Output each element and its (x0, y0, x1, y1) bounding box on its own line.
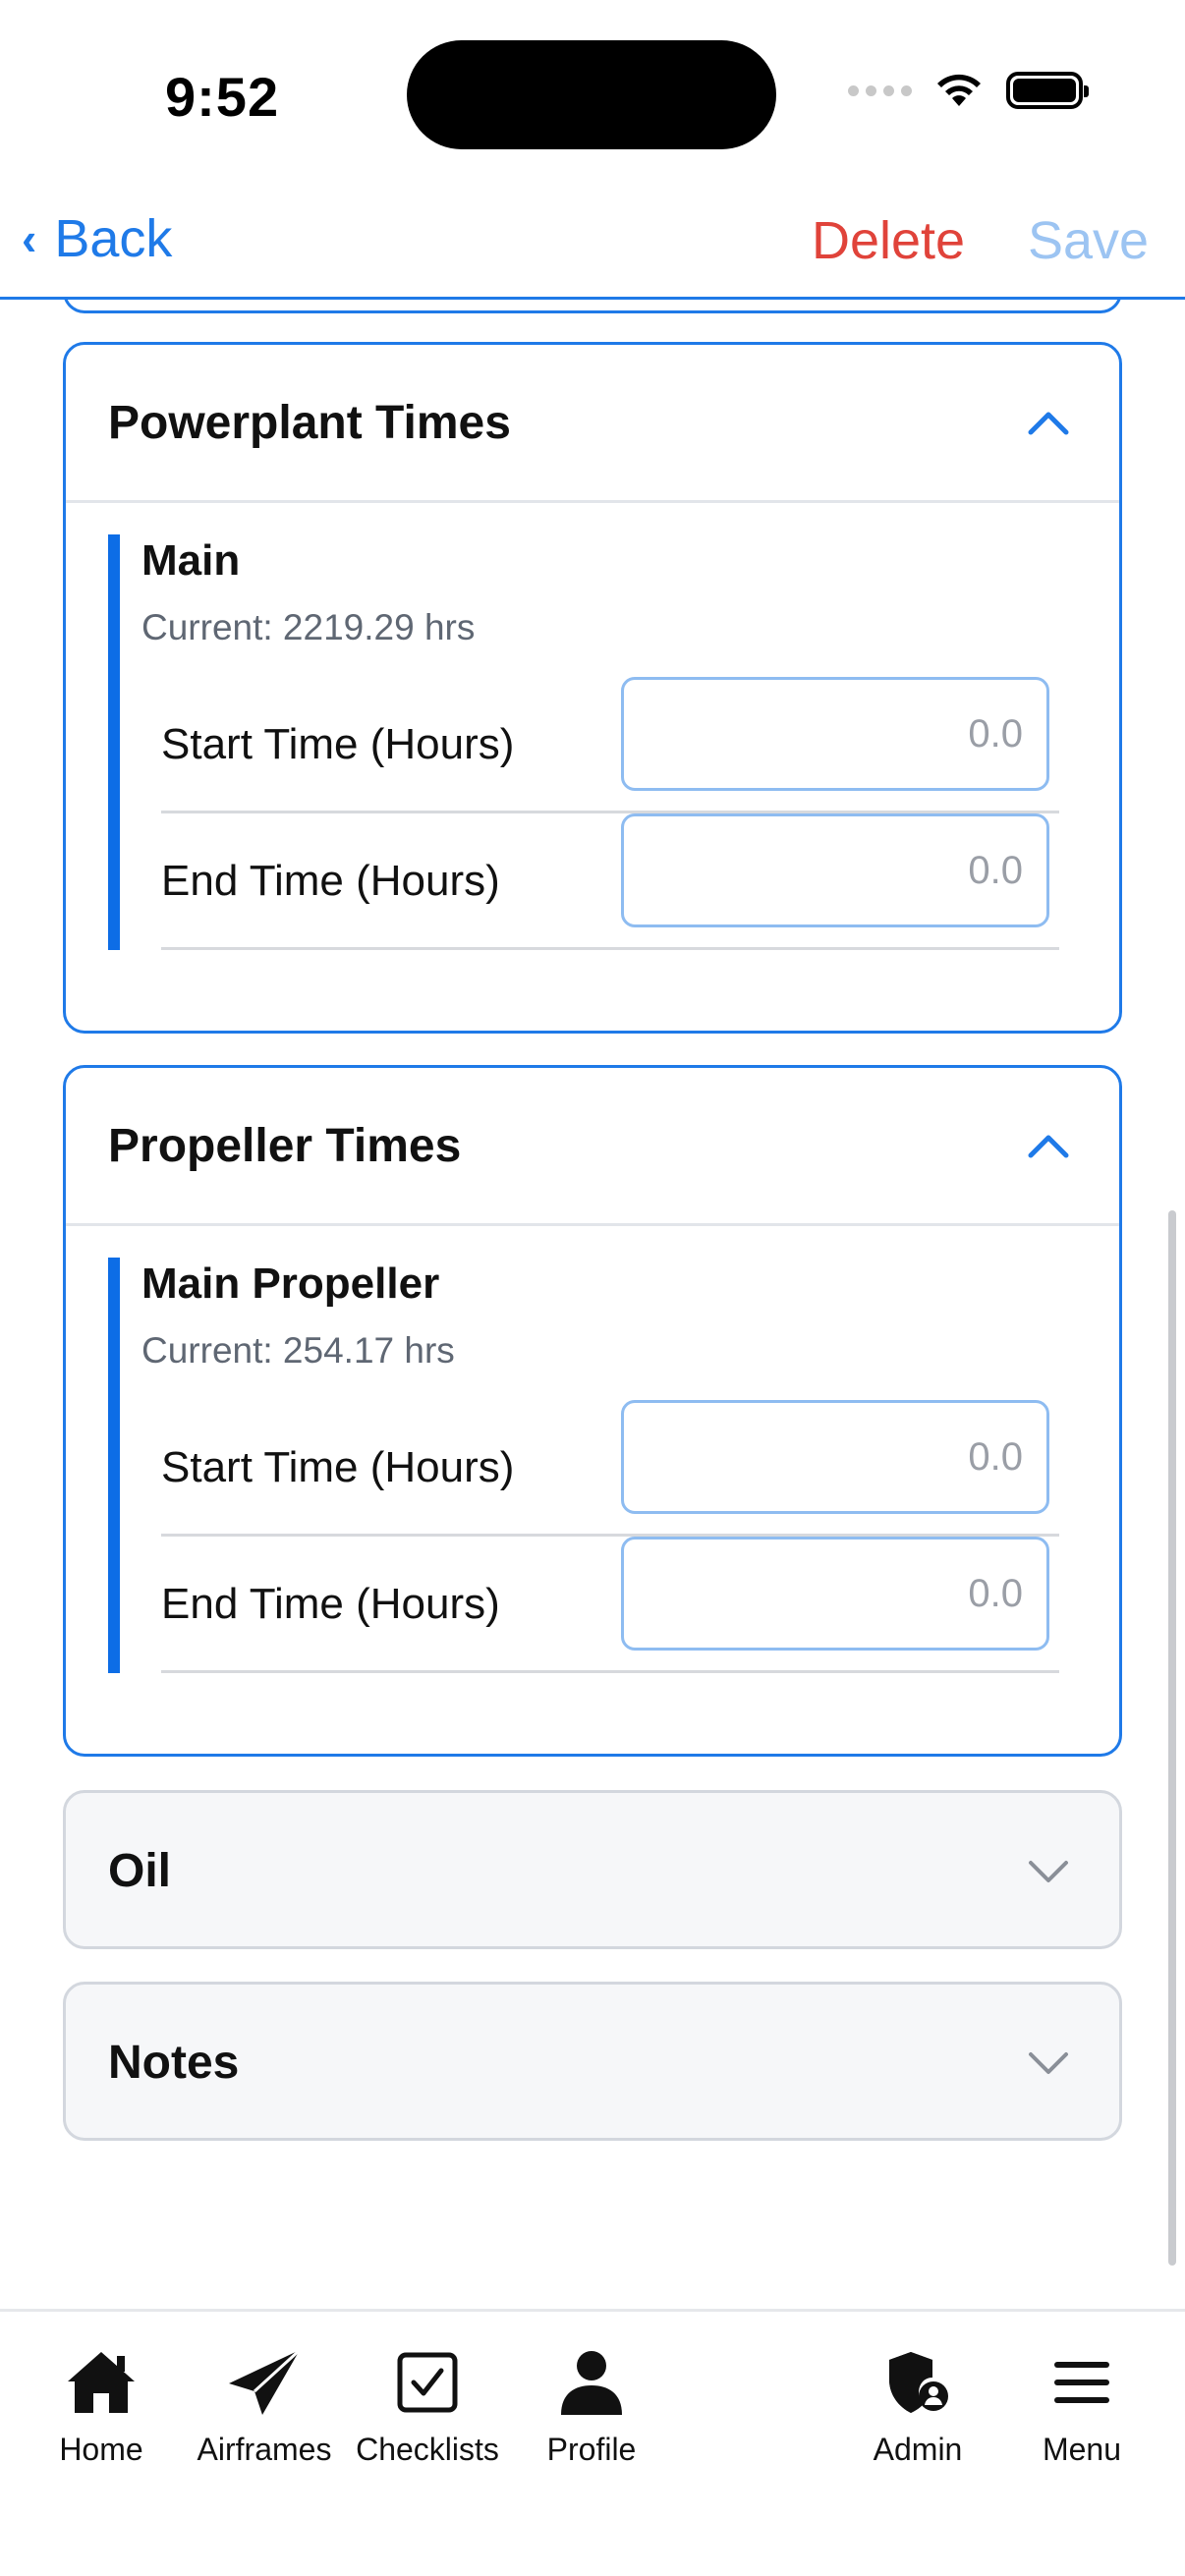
oil-card[interactable]: Oil (63, 1790, 1122, 1949)
tab-label: Checklists (356, 2432, 499, 2467)
tab-menu[interactable]: Menu (1003, 2341, 1160, 2468)
back-button[interactable]: ‹ Back (22, 208, 172, 269)
chevron-left-icon: ‹ (22, 213, 37, 264)
end-time-input[interactable] (621, 813, 1049, 927)
powerplant-times-title: Powerplant Times (108, 396, 511, 449)
end-time-input[interactable] (621, 1537, 1049, 1651)
item-name: Main (141, 536, 241, 585)
hamburger-menu-icon (1038, 2341, 1126, 2424)
powerplant-times-header[interactable]: Powerplant Times (66, 345, 1119, 500)
end-time-label: End Time (Hours) (161, 1580, 500, 1628)
tab-checklists[interactable]: Checklists (349, 2341, 506, 2468)
start-time-input[interactable] (621, 1400, 1049, 1514)
propeller-times-header[interactable]: Propeller Times (66, 1068, 1119, 1223)
paper-plane-icon (220, 2341, 309, 2424)
cellular-signal-icon (848, 84, 912, 96)
chevron-up-icon (1025, 1122, 1072, 1169)
checkbox-icon (383, 2341, 472, 2424)
start-time-row: Start Time (Hours) (161, 1400, 1059, 1537)
tab-label: Admin (873, 2432, 963, 2467)
scrollbar-thumb[interactable] (1168, 1210, 1176, 2266)
wifi-icon (937, 74, 981, 106)
end-time-row: End Time (Hours) (161, 1537, 1059, 1673)
nav-header: ‹ Back Delete Save (0, 187, 1185, 300)
item-name: Main Propeller (141, 1260, 440, 1308)
previous-card-edge (63, 300, 1122, 313)
oil-header[interactable]: Oil (66, 1793, 1119, 1948)
end-time-label: End Time (Hours) (161, 857, 500, 905)
start-time-label: Start Time (Hours) (161, 720, 515, 768)
oil-title: Oil (108, 1844, 172, 1897)
start-time-input[interactable] (621, 677, 1049, 791)
start-time-row: Start Time (Hours) (161, 677, 1059, 813)
status-bar: 9:52 (0, 0, 1185, 177)
item-current-hours: Current: 254.17 hrs (141, 1330, 455, 1371)
item-accent-bar (108, 534, 120, 950)
home-icon (57, 2341, 145, 2424)
tab-admin[interactable]: Admin (839, 2341, 996, 2468)
tab-label: Home (59, 2432, 143, 2467)
tab-home[interactable]: Home (23, 2341, 180, 2468)
powerplant-item-main: Main Current: 2219.29 hrs Start Time (Ho… (108, 534, 1059, 967)
powerplant-times-card: Powerplant Times Main Current: 2219.29 h… (63, 342, 1122, 1034)
propeller-item-main: Main Propeller Current: 254.17 hrs Start… (108, 1258, 1059, 1690)
notes-card[interactable]: Notes (63, 1982, 1122, 2141)
tab-airframes[interactable]: Airframes (186, 2341, 343, 2468)
chevron-up-icon (1025, 399, 1072, 446)
propeller-times-card: Propeller Times Main Propeller Current: … (63, 1065, 1122, 1757)
item-accent-bar (108, 1258, 120, 1673)
notes-header[interactable]: Notes (66, 1985, 1119, 2140)
scroll-content[interactable]: Powerplant Times Main Current: 2219.29 h… (0, 300, 1185, 2309)
save-button[interactable]: Save (1028, 210, 1149, 271)
card-divider (66, 1223, 1119, 1226)
status-time: 9:52 (165, 66, 280, 128)
admin-shield-icon (874, 2341, 962, 2424)
item-current-hours: Current: 2219.29 hrs (141, 607, 476, 647)
person-icon (547, 2341, 636, 2424)
tab-label: Airframes (197, 2432, 332, 2467)
dynamic-island (407, 40, 776, 149)
chevron-down-icon (1025, 1847, 1072, 1894)
notes-title: Notes (108, 2036, 240, 2089)
tab-label: Profile (546, 2432, 637, 2467)
propeller-times-title: Propeller Times (108, 1119, 462, 1172)
battery-icon (1006, 72, 1089, 109)
chevron-down-icon (1025, 2039, 1072, 2086)
tab-bar: Home Airframes Checklists Profile Admin … (0, 2309, 1185, 2576)
start-time-label: Start Time (Hours) (161, 1443, 515, 1491)
tab-profile[interactable]: Profile (513, 2341, 670, 2468)
end-time-row: End Time (Hours) (161, 813, 1059, 950)
back-label: Back (54, 209, 173, 268)
delete-button[interactable]: Delete (812, 210, 965, 271)
status-icons (848, 71, 1089, 110)
tab-label: Menu (1042, 2432, 1122, 2467)
card-divider (66, 500, 1119, 503)
